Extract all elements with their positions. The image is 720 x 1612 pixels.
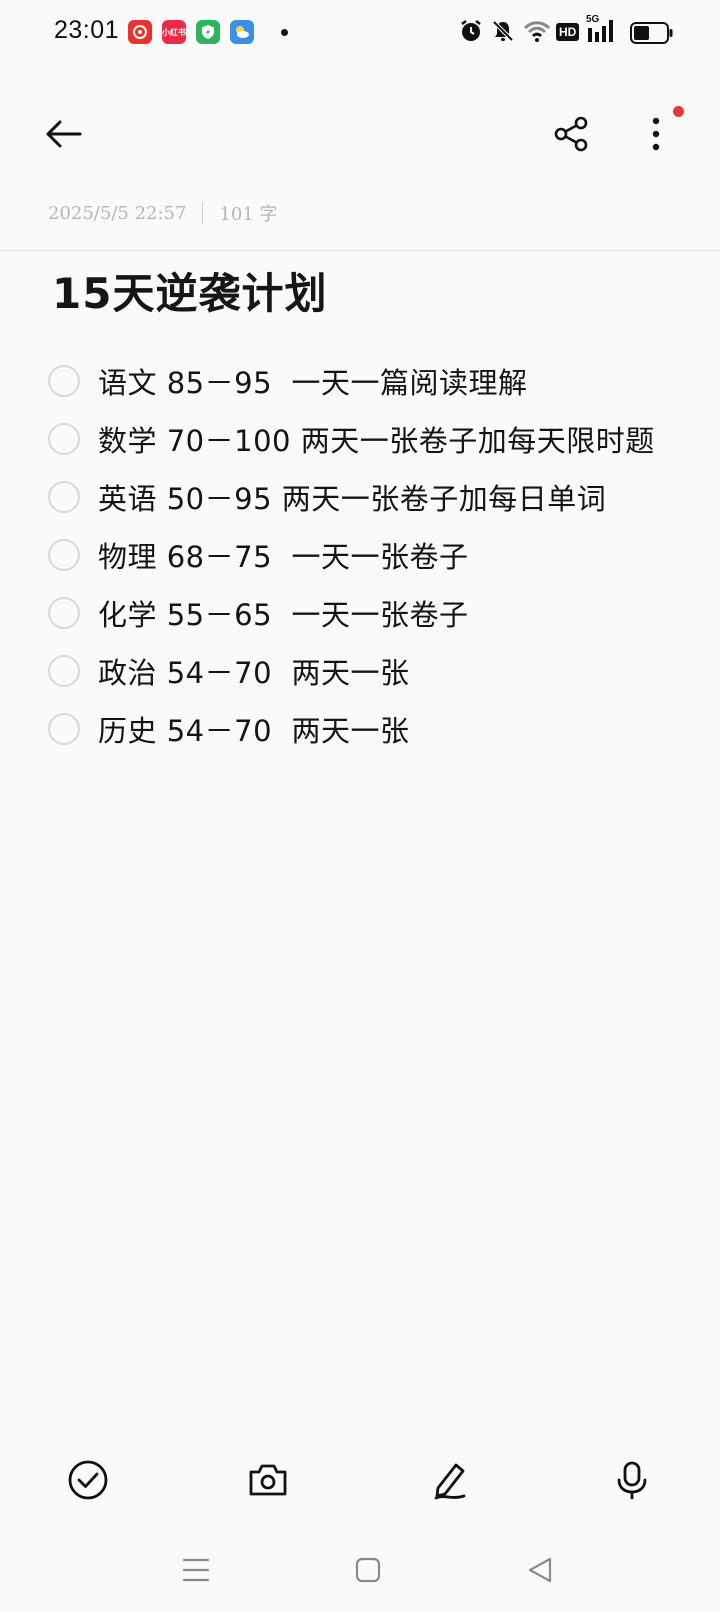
hd-badge: HD <box>556 21 580 41</box>
checkbox[interactable] <box>48 655 80 687</box>
system-back-button[interactable] <box>518 1548 562 1592</box>
checklist-item-text[interactable]: 语文 85－95 一天一篇阅读理解 <box>98 360 528 402</box>
meta-separator <box>202 202 204 224</box>
triangle-back-icon <box>528 1557 552 1583</box>
camera-button[interactable] <box>240 1452 296 1508</box>
more-notifications-dot <box>281 29 288 36</box>
pen-icon <box>434 1463 466 1500</box>
mute-bell-icon <box>490 18 516 48</box>
home-button[interactable] <box>346 1548 390 1592</box>
checkbox[interactable] <box>48 539 80 571</box>
checklist-item[interactable]: 历史 54－70 两天一张 <box>48 700 708 758</box>
checkbox[interactable] <box>48 365 80 397</box>
checklist-item-text[interactable]: 化学 55－65 一天一张卷子 <box>98 592 469 634</box>
note-meta: 2025/5/5 22:57 101 字 <box>48 200 278 226</box>
checklist-item-text[interactable]: 数学 70－100 两天一张卷子加每天限时题 <box>98 418 655 460</box>
checklist-item-text[interactable]: 英语 50－95 两天一张卷子加每日单词 <box>98 476 606 518</box>
back-arrow-icon <box>46 120 82 148</box>
checklist-item[interactable]: 数学 70－100 两天一张卷子加每天限时题 <box>48 410 708 468</box>
weather-icon <box>230 20 254 44</box>
checklist-item[interactable]: 物理 68－75 一天一张卷子 <box>48 526 708 584</box>
checklist-item[interactable]: 语文 85－95 一天一篇阅读理解 <box>48 352 708 410</box>
checklist-item[interactable]: 化学 55－65 一天一张卷子 <box>48 584 708 642</box>
notification-badge <box>673 106 684 117</box>
status-time: 23:01 <box>54 16 120 44</box>
home-square-icon <box>355 1557 381 1583</box>
editor-toolbar <box>0 1430 720 1530</box>
handwriting-button[interactable] <box>422 1452 478 1508</box>
recent-apps-button[interactable] <box>174 1548 218 1592</box>
security-icon <box>196 20 220 44</box>
checklist-item[interactable]: 政治 54－70 两天一张 <box>48 642 708 700</box>
share-icon <box>554 116 588 152</box>
menu-lines-icon <box>182 1558 210 1582</box>
signal-5g-icon: 5G <box>586 14 620 48</box>
checklist-button[interactable] <box>60 1452 116 1508</box>
word-count: 101 字 <box>219 204 278 225</box>
xiaohongshu-icon: 小红书 <box>162 20 186 44</box>
checkbox[interactable] <box>48 597 80 629</box>
note-header <box>0 96 720 176</box>
checklist-item[interactable]: 英语 50－95 两天一张卷子加每日单词 <box>48 468 708 526</box>
system-nav-bar <box>0 1536 720 1612</box>
microphone-icon <box>617 1461 647 1500</box>
note-title[interactable]: 15天逆袭计划 <box>52 260 327 321</box>
alarm-icon <box>458 18 484 48</box>
camera-icon <box>249 1464 287 1496</box>
battery-icon <box>630 21 674 49</box>
checklist-item-text[interactable]: 历史 54－70 两天一张 <box>98 708 410 750</box>
more-vertical-icon <box>652 117 660 151</box>
checkbox[interactable] <box>48 481 80 513</box>
status-bar: 23:01 小红书 HD 5G <box>0 0 720 66</box>
netease-music-icon <box>128 20 152 44</box>
checklist: 语文 85－95 一天一篇阅读理解 数学 70－100 两天一张卷子加每天限时题… <box>48 352 708 758</box>
checkbox[interactable] <box>48 713 80 745</box>
header-divider <box>0 250 720 251</box>
back-button[interactable] <box>40 110 88 158</box>
voice-input-button[interactable] <box>604 1452 660 1508</box>
checkbox[interactable] <box>48 423 80 455</box>
check-circle-icon <box>68 1460 108 1500</box>
checklist-item-text[interactable]: 物理 68－75 一天一张卷子 <box>98 534 469 576</box>
note-date: 2025/5/5 22:57 <box>48 202 187 224</box>
share-button[interactable] <box>548 110 596 158</box>
wifi-icon <box>522 18 552 48</box>
more-options-button[interactable] <box>632 110 680 158</box>
checklist-item-text[interactable]: 政治 54－70 两天一张 <box>98 650 410 692</box>
